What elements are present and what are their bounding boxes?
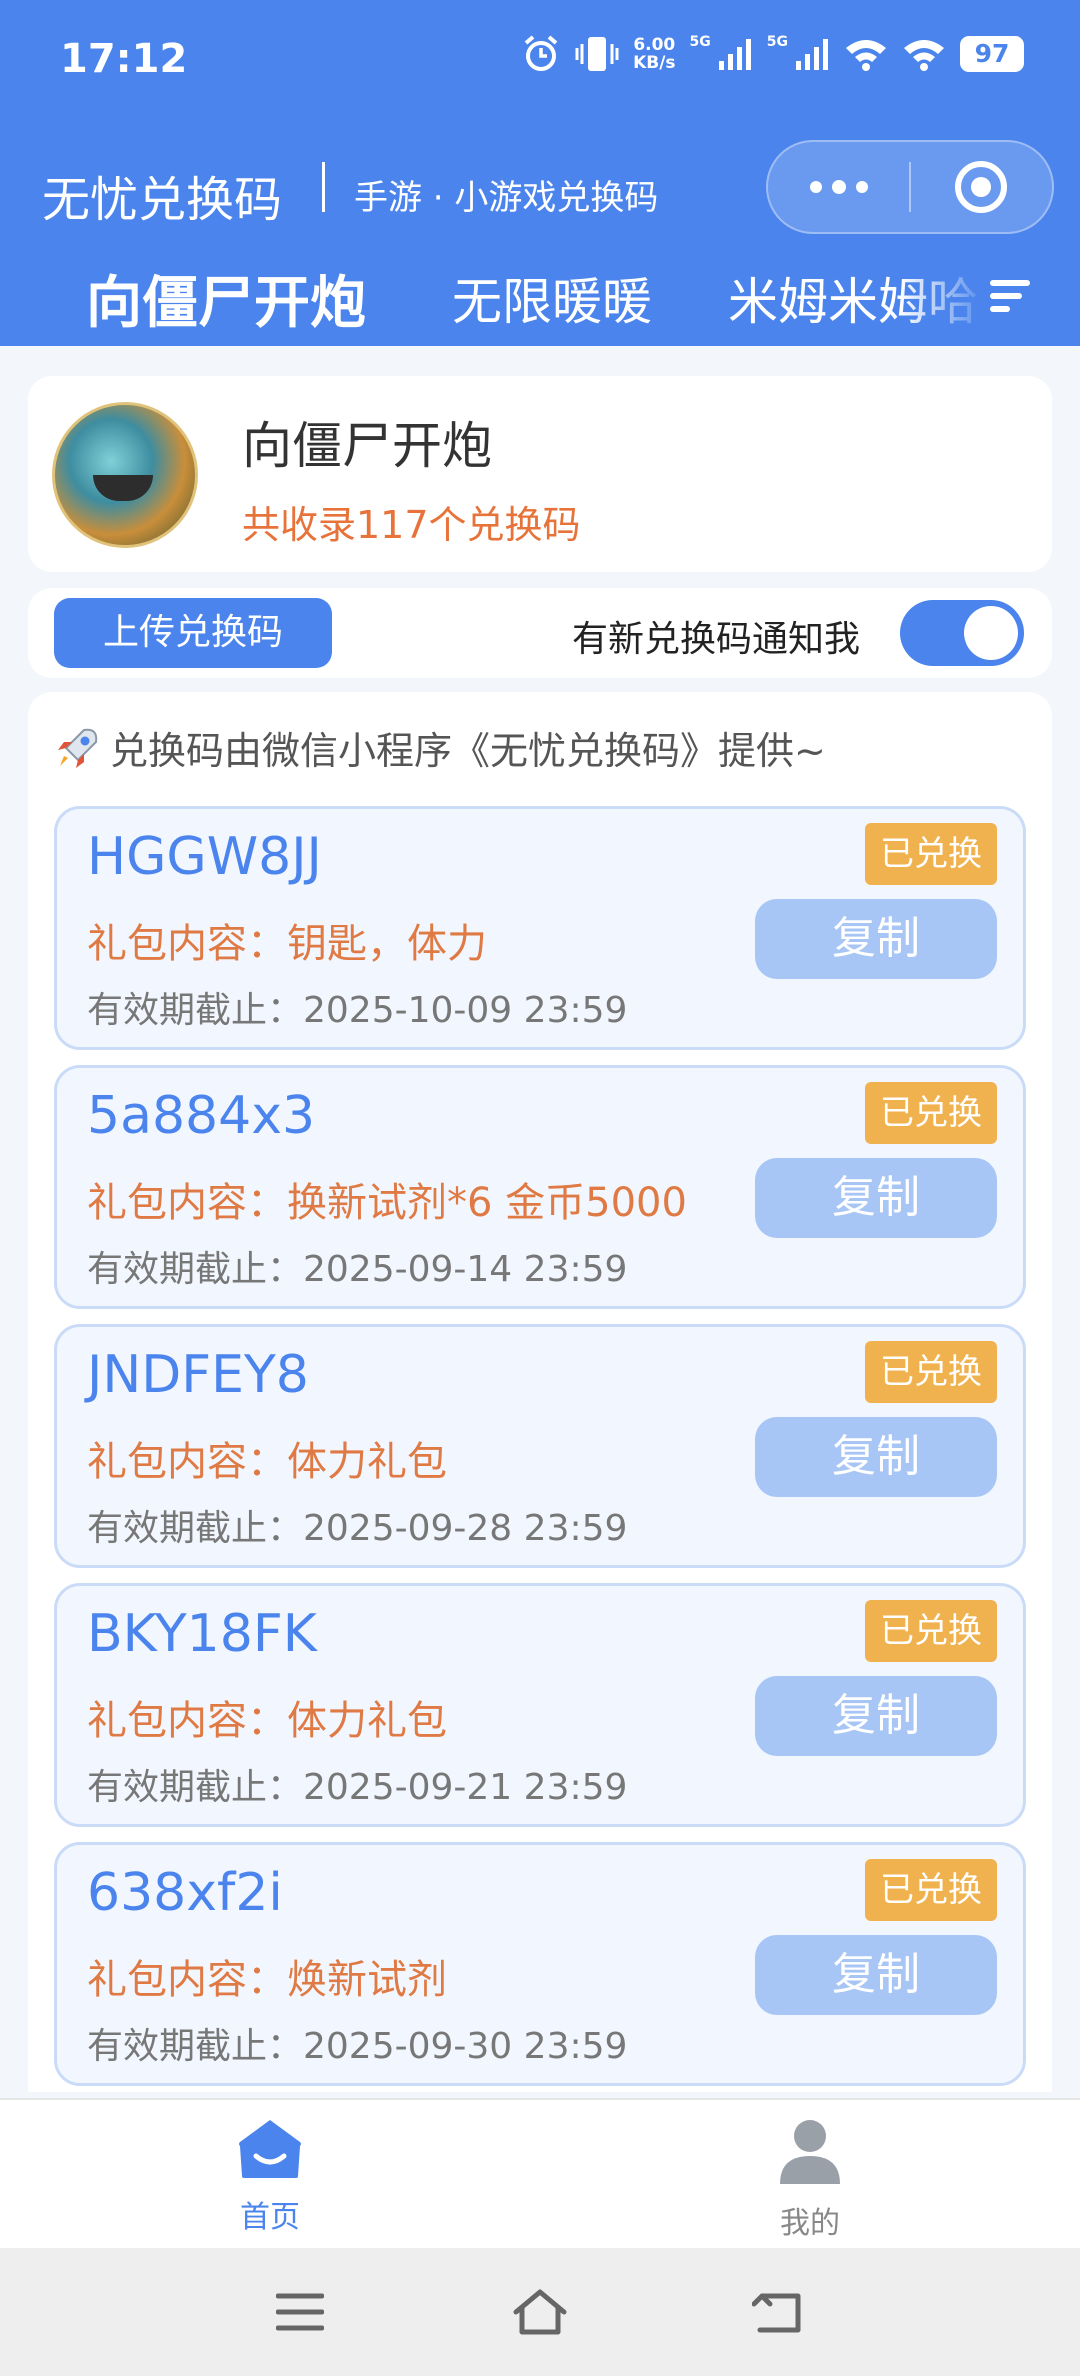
code-card: HGGW8JJ 礼包内容：钥匙，体力 有效期截止：2025-10-09 23:5… (54, 806, 1026, 1050)
toggle-knob (964, 606, 1018, 660)
redeemed-badge: 已兑换 (865, 823, 997, 885)
dot-icon (855, 181, 868, 193)
miniprogram-capsule (766, 140, 1054, 234)
status-icons: 6.00 KB/s 5G 5G 97 (521, 34, 1024, 74)
status-time: 17:12 (60, 36, 188, 82)
redeemed-badge: 已兑换 (865, 1600, 997, 1662)
redeem-code: 638xf2i (87, 1863, 283, 1923)
game-info-card: 向僵尸开炮 共收录117个兑换码 (28, 376, 1052, 572)
expire-date: 有效期截止：2025-10-09 23:59 (87, 990, 628, 1031)
redeemed-badge: 已兑换 (865, 1082, 997, 1144)
redeemed-badge: 已兑换 (865, 1859, 997, 1921)
upload-code-button[interactable]: 上传兑换码 (54, 598, 332, 668)
menu-line (990, 280, 1030, 286)
gift-content: 礼包内容：换新试剂*6 金币5000 (87, 1180, 687, 1226)
tab-home[interactable]: 首页 (170, 2116, 370, 2236)
gift-content: 礼包内容：焕新试剂 (87, 1957, 447, 2003)
gift-content: 礼包内容：钥匙，体力 (87, 921, 487, 967)
copy-button[interactable]: 复制 (755, 899, 997, 979)
notice-text: 兑换码由微信小程序《无忧兑换码》提供~ (110, 729, 826, 773)
code-card: 5a884x3 礼包内容：换新试剂*6 金币5000 有效期截止：2025-09… (54, 1065, 1026, 1309)
copy-button[interactable]: 复制 (755, 1417, 997, 1497)
notify-label: 有新兑换码通知我 (572, 619, 861, 660)
expire-date: 有效期截止：2025-09-28 23:59 (87, 1508, 628, 1549)
copy-button[interactable]: 复制 (755, 1158, 997, 1238)
back-icon[interactable] (752, 2290, 804, 2336)
dot-icon (809, 181, 822, 193)
net-speed-unit: KB/s (633, 53, 676, 73)
tab-home-label: 首页 (240, 2200, 300, 2235)
game-tabs: 向僵尸开炮 无限暖暖 米姆米姆哈 (0, 250, 1080, 346)
expire-date: 有效期截止：2025-09-30 23:59 (87, 2026, 628, 2067)
rocket-icon (58, 728, 98, 768)
net-speed-value: 6.00 (633, 35, 676, 55)
app-subtitle: 手游 · 小游戏兑换码 (354, 178, 659, 218)
signal-label-2: 5G (766, 34, 788, 50)
tab-game-2[interactable]: 无限暖暖 (452, 262, 652, 334)
expire-date: 有效期截止：2025-09-21 23:59 (87, 1767, 628, 1808)
wifi-icon (846, 40, 886, 71)
more-options-button[interactable] (768, 142, 909, 232)
gift-content: 礼包内容：体力礼包 (87, 1698, 447, 1744)
notify-toggle[interactable] (900, 600, 1024, 666)
person-icon (780, 2120, 840, 2184)
expire-date: 有效期截止：2025-09-14 23:59 (87, 1249, 628, 1290)
wifi-icon (904, 40, 944, 71)
code-card: JNDFEY8 礼包内容：体力礼包 有效期截止：2025-09-28 23:59… (54, 1324, 1026, 1568)
close-miniprogram-button[interactable] (911, 142, 1052, 232)
alarm-icon (524, 35, 558, 71)
signal-icon (718, 39, 751, 70)
bottom-tab-bar: 首页 我的 (0, 2098, 1080, 2248)
app-name: 无忧兑换码 (42, 172, 283, 228)
dot-icon (831, 180, 846, 194)
game-name: 向僵尸开炮 (242, 417, 492, 475)
system-nav-bar (0, 2248, 1080, 2376)
tab-menu-button[interactable] (990, 276, 1032, 316)
gift-content: 礼包内容：体力礼包 (87, 1439, 447, 1485)
menu-line (990, 306, 1010, 312)
copy-button[interactable]: 复制 (755, 1676, 997, 1756)
tab-me-label: 我的 (780, 2206, 840, 2241)
source-notice: 兑换码由微信小程序《无忧兑换码》提供~ (54, 720, 826, 775)
menu-line (990, 293, 1022, 299)
action-row: 上传兑换码 有新兑换码通知我 (28, 588, 1052, 678)
header: 17:12 6.00 KB/s 5G 5G 97 无忧兑换码 手游 · 小游戏兑… (0, 0, 1080, 346)
battery-icon: 97 (960, 36, 1024, 72)
target-icon (955, 161, 1008, 213)
redeem-code: 5a884x3 (87, 1086, 316, 1146)
vibrate-icon (575, 37, 619, 71)
signal-label-1: 5G (689, 34, 711, 50)
menu-icon[interactable] (276, 2292, 324, 2332)
tab-game-1[interactable]: 向僵尸开炮 (86, 258, 366, 339)
game-avatar (52, 402, 198, 548)
home-nav-icon[interactable] (512, 2288, 568, 2336)
home-icon (239, 2120, 301, 2178)
title-bar: 无忧兑换码 手游 · 小游戏兑换码 (0, 140, 1080, 240)
redeem-code: HGGW8JJ (87, 827, 322, 887)
title-divider (322, 162, 325, 212)
code-card: BKY18FK 礼包内容：体力礼包 有效期截止：2025-09-21 23:59… (54, 1583, 1026, 1827)
signal-icon (796, 39, 828, 70)
code-count: 共收录117个兑换码 (242, 503, 581, 547)
tab-me[interactable]: 我的 (710, 2116, 910, 2242)
tabs-fade (900, 250, 990, 346)
redeem-code: JNDFEY8 (87, 1345, 309, 1405)
status-bar: 17:12 6.00 KB/s 5G 5G 97 (0, 0, 1080, 120)
code-card: 638xf2i 礼包内容：焕新试剂 有效期截止：2025-09-30 23:59… (54, 1842, 1026, 2086)
net-speed: 6.00 KB/s (633, 36, 675, 72)
redeem-code: BKY18FK (87, 1604, 317, 1664)
redeemed-badge: 已兑换 (865, 1341, 997, 1403)
copy-button[interactable]: 复制 (755, 1935, 997, 2015)
